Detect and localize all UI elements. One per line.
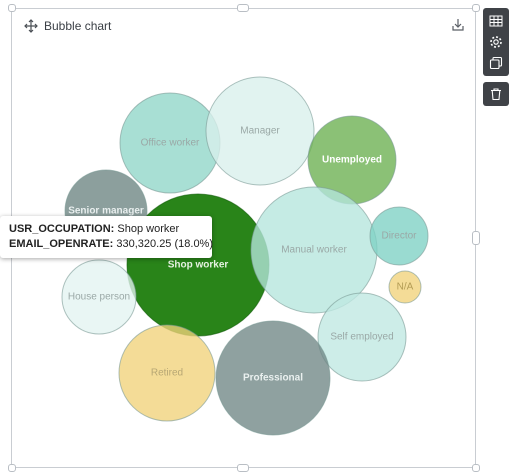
bubble-label: Shop worker [168,260,229,271]
bubble-director[interactable]: Director [369,206,429,266]
bubble-self-employed[interactable]: Self employed [317,292,407,382]
bubble-label: Retired [151,368,183,379]
bubble-label: Professional [243,373,303,384]
bubble-label: Senior manager [68,206,144,217]
bubble-manager[interactable]: Manager [205,76,315,186]
bubble-house-person[interactable]: House person [61,259,137,335]
bubble-office-worker[interactable]: Office worker [119,92,221,194]
bubble-n-a[interactable]: N/A [388,270,422,304]
tooltip-key-occupation: USR_OCCUPATION: [9,223,115,235]
bubble-label: N/A [397,282,414,293]
bubble-label: Self employed [330,332,393,343]
bubble-label: Director [381,231,417,242]
bubble-label: Manager [240,126,280,137]
tooltip-value-occupation: Shop worker [117,223,180,235]
bubble-label: Manual worker [281,245,347,256]
bubble-professional[interactable]: Professional [215,320,331,436]
tooltip-key-openrate: EMAIL_OPENRATE: [9,238,114,250]
bubble-label: Unemployed [322,155,382,166]
tooltip-value-openrate: 330,320.25 (18.0%) [116,238,214,250]
chart-tooltip: USR_OCCUPATION: Shop worker EMAIL_OPENRA… [0,216,214,258]
bubble-retired[interactable]: Retired [118,324,216,422]
bubble-label: Office worker [141,138,200,149]
bubble-label: House person [68,292,130,303]
